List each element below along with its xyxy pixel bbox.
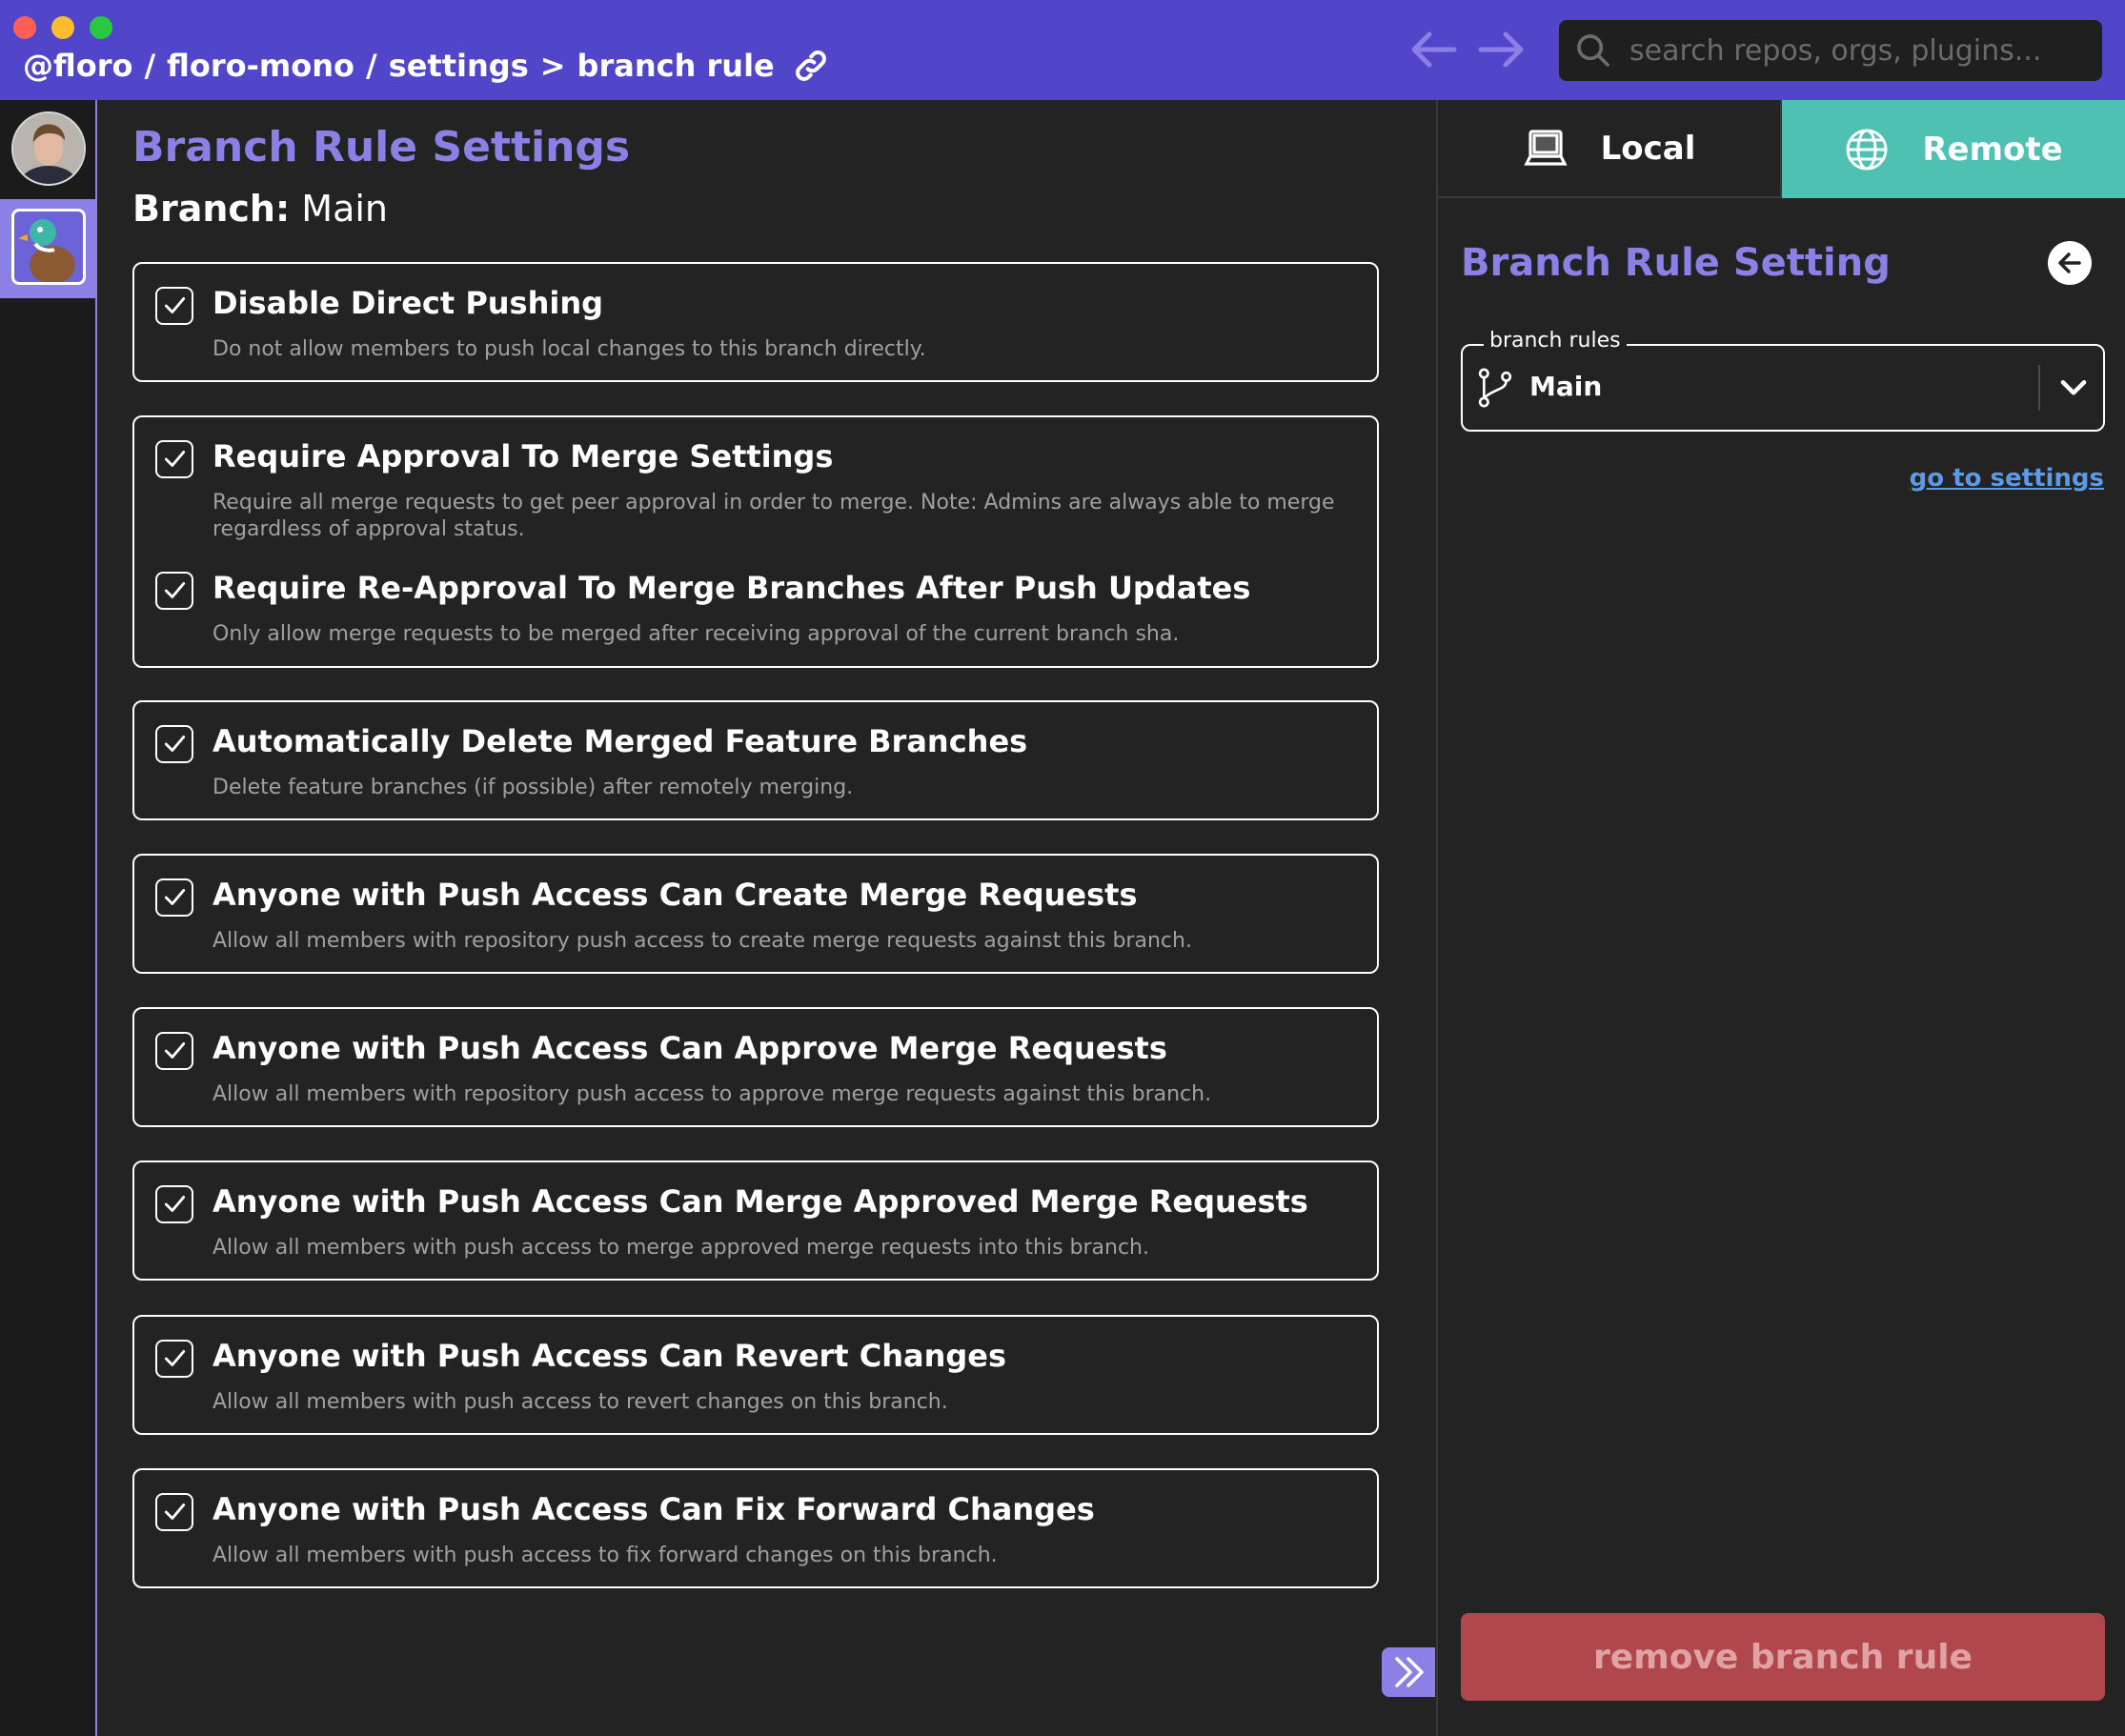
- checkmark-icon: [164, 736, 186, 752]
- checkmark-icon: [164, 297, 186, 313]
- search-icon: [1577, 34, 1609, 67]
- checkmark-icon: [164, 1042, 186, 1059]
- branch-label: Branch:: [132, 188, 291, 230]
- breadcrumb-current: branch rule: [577, 48, 775, 84]
- setting-description: Allow all members with repository push a…: [212, 929, 1192, 953]
- setting-description: Delete feature branches (if possible) af…: [212, 776, 854, 799]
- minimize-window-button[interactable]: [51, 16, 74, 39]
- settings-main: Branch Rule Settings Branch: Main Disabl…: [97, 100, 1436, 1736]
- select-value: Main: [1529, 371, 1603, 402]
- checkbox[interactable]: [155, 287, 193, 325]
- setting-description: Allow all members with push access to re…: [212, 1390, 948, 1414]
- repo-app-icon[interactable]: [0, 199, 95, 298]
- setting-title: Disable Direct Pushing: [212, 285, 604, 321]
- setting-description: Require all merge requests to get peer a…: [212, 491, 1335, 541]
- chevron-down-icon[interactable]: [2055, 369, 2092, 405]
- setting-title: Anyone with Push Access Can Approve Merg…: [212, 1030, 1167, 1066]
- checkmark-icon: [164, 1350, 186, 1366]
- setting-description: Allow all members with push access to fi…: [212, 1544, 998, 1567]
- setting-card: Anyone with Push Access Can Approve Merg…: [132, 1007, 1379, 1127]
- arrow-left-icon: [2058, 252, 2081, 273]
- setting-card: Anyone with Push Access Can Merge Approv…: [132, 1161, 1379, 1281]
- app-window: @floro / floro-mono / settings > branch …: [0, 0, 2125, 1736]
- setting-card: Anyone with Push Access Can Create Merge…: [132, 854, 1379, 974]
- checkmark-icon: [164, 582, 186, 598]
- setting-title: Automatically Delete Merged Feature Bran…: [212, 723, 1028, 759]
- breadcrumb-separator: >: [539, 48, 566, 84]
- setting-title: Require Re-Approval To Merge Branches Af…: [212, 570, 1251, 606]
- tab-remote-label: Remote: [1922, 130, 2063, 169]
- back-arrow-icon[interactable]: [1408, 29, 1458, 71]
- setting-card: Anyone with Push Access Can Revert Chang…: [132, 1315, 1379, 1435]
- checkmark-icon: [164, 451, 186, 467]
- checkmark-icon: [164, 889, 186, 905]
- tab-remote[interactable]: Remote: [1782, 100, 2125, 198]
- checkbox[interactable]: [155, 1340, 193, 1378]
- link-icon[interactable]: [792, 47, 830, 85]
- page-title: Branch Rule Settings: [132, 123, 631, 172]
- setting-title: Anyone with Push Access Can Merge Approv…: [212, 1183, 1308, 1220]
- setting-card: Disable Direct Pushing Do not allow memb…: [132, 262, 1379, 382]
- select-label: branch rules: [1484, 329, 1627, 353]
- globe-icon: [1846, 129, 1888, 170]
- remove-branch-rule-button[interactable]: remove branch rule: [1461, 1613, 2105, 1701]
- go-to-settings-link[interactable]: go to settings: [1910, 464, 2104, 493]
- side-panel: Local Remote Branch Rule Setting Main br…: [1436, 100, 2125, 1736]
- search-bar[interactable]: [1559, 20, 2102, 81]
- breadcrumb-user[interactable]: @floro: [23, 48, 132, 84]
- setting-title: Anyone with Push Access Can Fix Forward …: [212, 1491, 1095, 1527]
- branch-rules-select[interactable]: Main: [1461, 344, 2105, 432]
- setting-title: Require Approval To Merge Settings: [212, 438, 834, 474]
- forward-arrow-icon[interactable]: [1477, 29, 1527, 71]
- tab-local[interactable]: Local: [1438, 100, 1782, 198]
- setting-description: Only allow merge requests to be merged a…: [212, 622, 1180, 646]
- expand-panel-button[interactable]: [1382, 1647, 1435, 1697]
- setting-title: Anyone with Push Access Can Revert Chang…: [212, 1338, 1007, 1374]
- tab-local-label: Local: [1600, 129, 1696, 168]
- laptop-icon: [1524, 129, 1568, 166]
- branch-name: Main: [301, 188, 388, 230]
- checkbox[interactable]: [155, 1493, 193, 1531]
- title-bar: @floro / floro-mono / settings > branch …: [0, 0, 2125, 100]
- breadcrumb-repo[interactable]: floro-mono: [167, 48, 354, 84]
- checkbox[interactable]: [155, 440, 193, 478]
- checkbox[interactable]: [155, 878, 193, 917]
- select-divider: [2038, 365, 2040, 411]
- checkbox[interactable]: [155, 572, 193, 610]
- search-input[interactable]: [1628, 32, 2089, 69]
- breadcrumb: @floro / floro-mono / settings > branch …: [23, 42, 830, 90]
- breadcrumb-separator: /: [144, 48, 156, 84]
- left-rail: [0, 100, 97, 1736]
- setting-card: Automatically Delete Merged Feature Bran…: [132, 700, 1379, 820]
- zoom-window-button[interactable]: [90, 16, 112, 39]
- double-chevron-right-icon: [1395, 1657, 1424, 1687]
- side-title: Branch Rule Setting: [1461, 241, 1891, 285]
- checkbox[interactable]: [155, 1032, 193, 1070]
- checkmark-icon: [164, 1196, 186, 1212]
- setting-description: Allow all members with push access to me…: [212, 1236, 1149, 1260]
- setting-card: Require Approval To Merge Settings Requi…: [132, 415, 1379, 668]
- setting-description: Allow all members with repository push a…: [212, 1082, 1212, 1106]
- setting-title: Anyone with Push Access Can Create Merge…: [212, 877, 1138, 913]
- checkbox[interactable]: [155, 1185, 193, 1223]
- checkbox[interactable]: [155, 725, 193, 763]
- git-branch-icon: [1478, 368, 1512, 408]
- setting-description: Do not allow members to push local chang…: [212, 337, 926, 361]
- checkmark-icon: [164, 1504, 186, 1520]
- user-avatar[interactable]: [11, 111, 86, 186]
- back-button[interactable]: [2048, 241, 2092, 285]
- setting-card: Anyone with Push Access Can Fix Forward …: [132, 1468, 1379, 1588]
- close-window-button[interactable]: [13, 16, 36, 39]
- branch-line: Branch: Main: [132, 188, 388, 230]
- duck-logo-icon: [11, 209, 86, 285]
- breadcrumb-separator: /: [366, 48, 377, 84]
- breadcrumb-settings[interactable]: settings: [389, 48, 529, 84]
